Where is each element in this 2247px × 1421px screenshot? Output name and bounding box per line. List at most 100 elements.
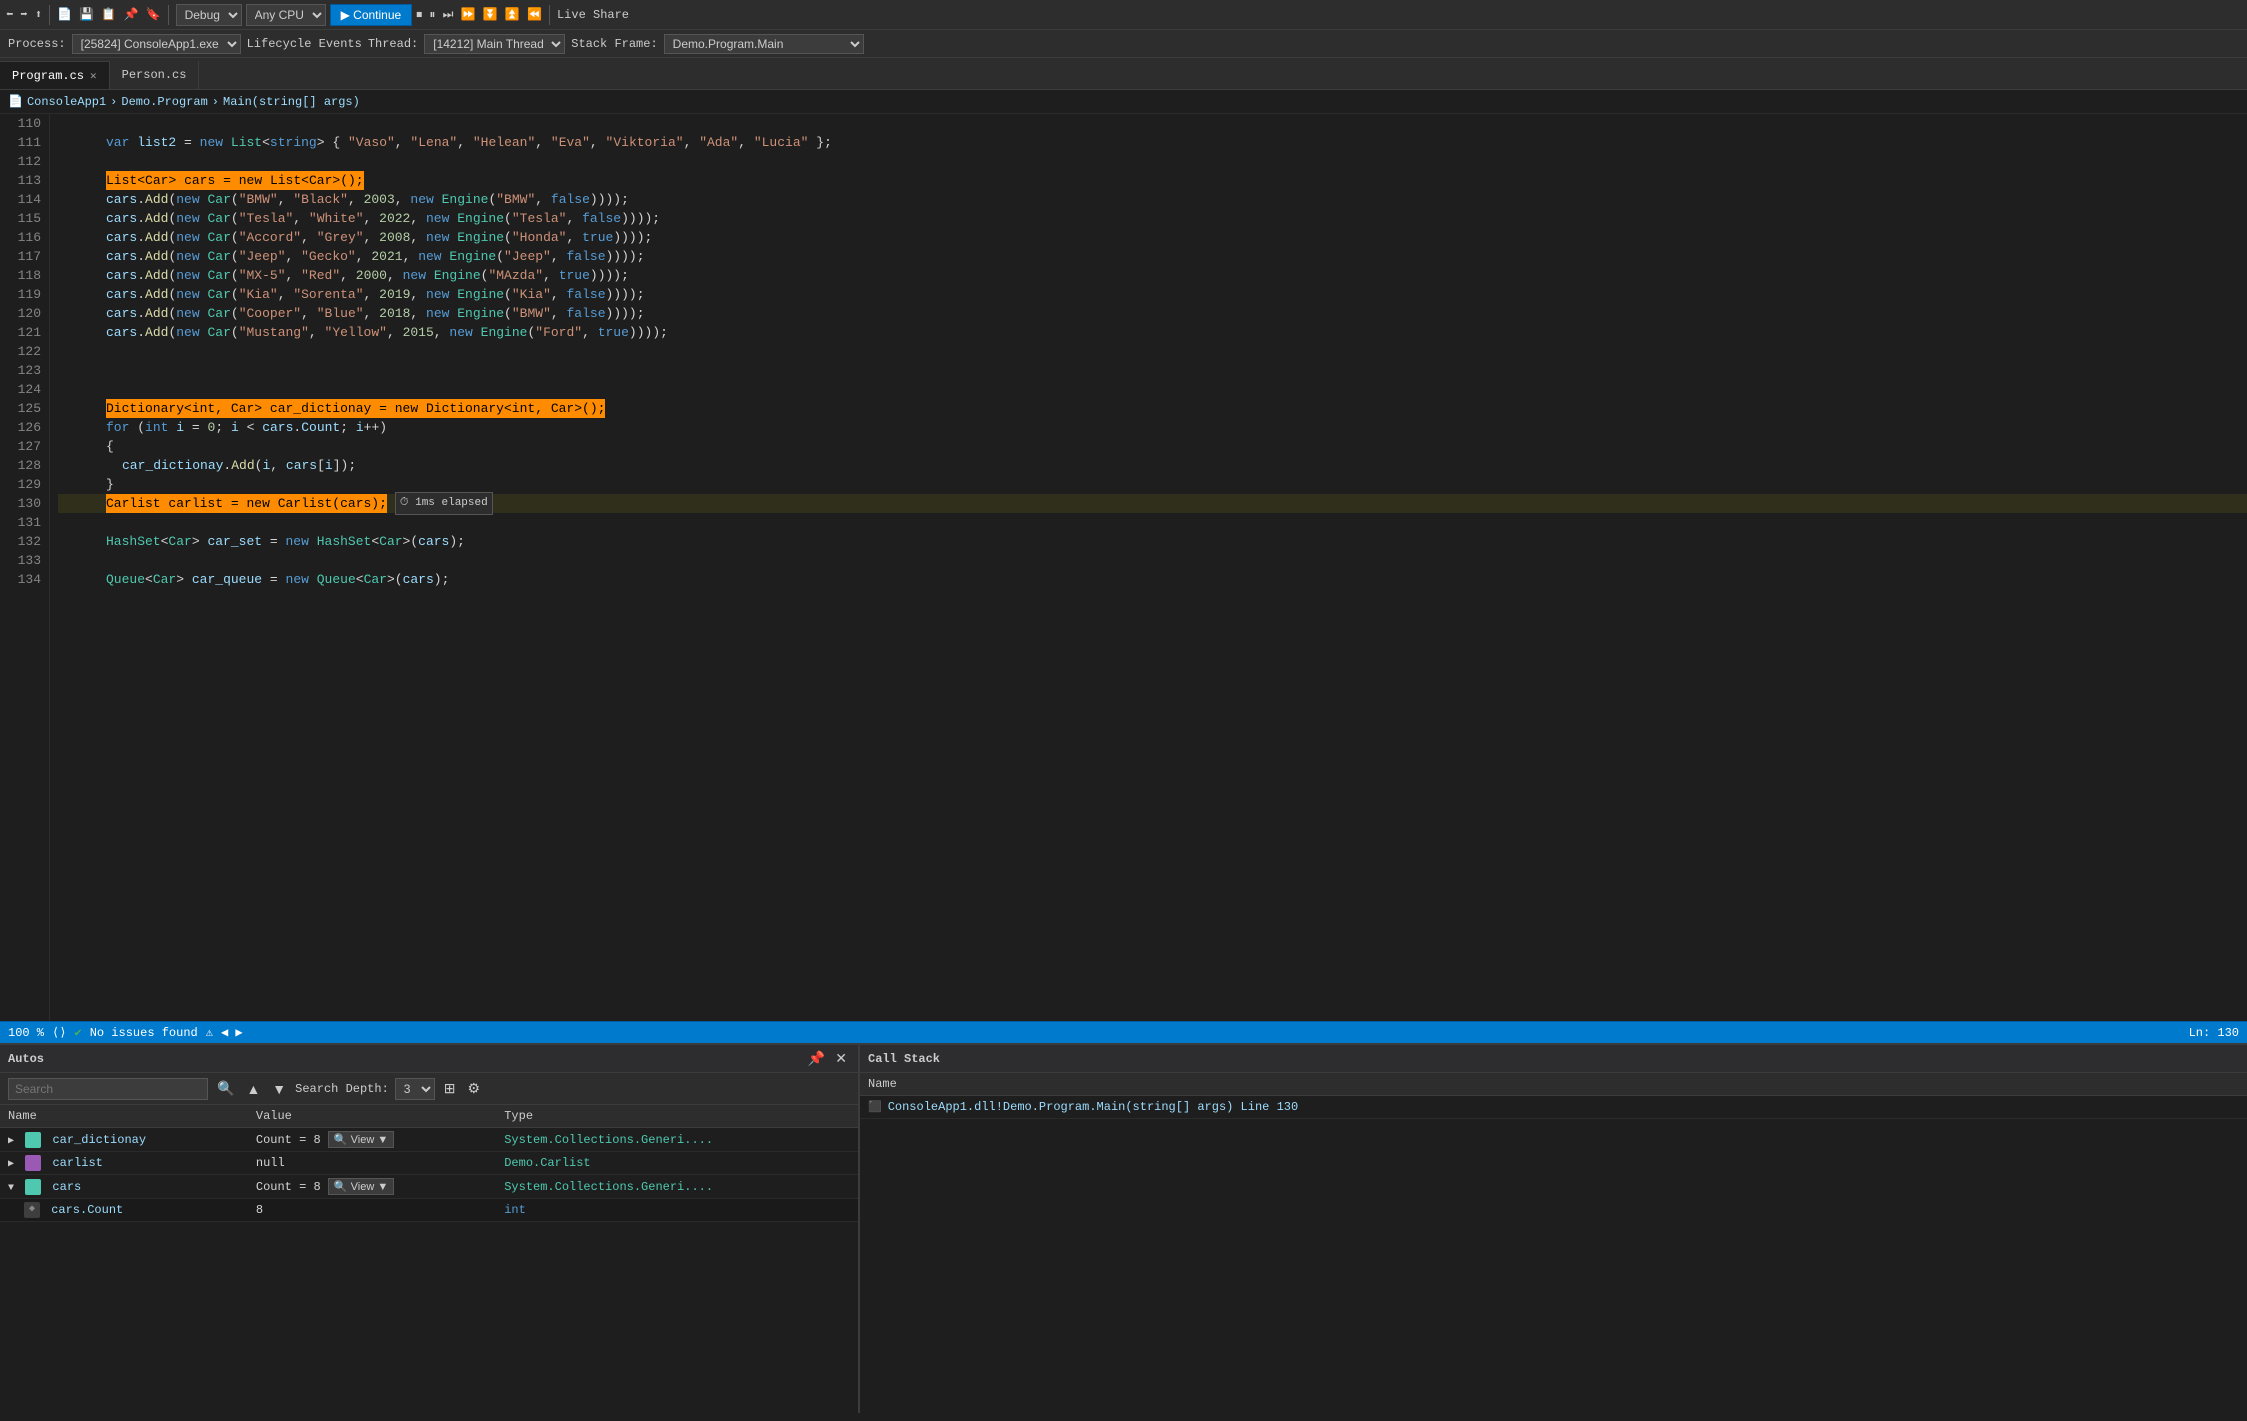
code-line-115: cars.Add(new Car("Tesla", "White", 2022,… [58,209,2247,228]
no-issues-label: No issues found [90,1026,198,1040]
var-name: carlist [52,1156,102,1170]
code-line-110 [58,114,2247,133]
stack-active-icon: ⬛ [868,1100,882,1114]
code-line-127: { [58,437,2247,456]
code-line-118: cars.Add(new Car("MX-5", "Red", 2000, ne… [58,266,2247,285]
var-type: System.Collections.Generi.... [504,1133,713,1147]
var-value: null [256,1156,285,1170]
autos-panel-header: Autos 📌 ✕ [0,1045,858,1073]
line-info: Ln: 130 [2189,1026,2239,1040]
code-line-119: cars.Add(new Car("Kia", "Sorenta", 2019,… [58,285,2247,304]
autos-search-bar: 🔍 ▲ ▼ Search Depth: 3 ⊞ ⚙ [0,1073,858,1105]
autos-row-name: ▶ carlist [0,1152,248,1175]
tab-bar: Program.cs ✕ Person.cs [0,58,2247,90]
breadcrumb-file-icon: 📄 [8,94,23,109]
search-icon[interactable]: 🔍 [214,1080,237,1097]
thread-select[interactable]: [14212] Main Thread [424,34,565,54]
autos-row-type: int [496,1199,858,1222]
autos-title: Autos [8,1052,44,1066]
tab-person-cs-label: Person.cs [122,68,187,82]
search-input[interactable] [8,1078,208,1100]
callstack-col-name: Name [860,1073,2247,1096]
autos-row-type: Demo.Carlist [496,1152,858,1175]
toolbar-separator-1 [49,5,50,25]
debug-icons: ⏹ ⏸ ⏭ ⏩ ⏬ ⏫ ⏪ [416,7,542,22]
no-issues-icon: ✔ [74,1025,81,1040]
code-line-123 [58,361,2247,380]
status-bar: 100 % ⟨⟩ ✔ No issues found ⚠ ◀ ▶ Ln: 130 [0,1021,2247,1043]
autos-pin-button[interactable]: 📌 [805,1050,828,1067]
search-up-button[interactable]: ▲ [243,1081,263,1097]
autos-table: Name Value Type ▶ car_dictionay [0,1105,858,1413]
code-line-117: cars.Add(new Car("Jeep", "Gecko", 2021, … [58,247,2247,266]
status-left: 100 % ⟨⟩ ✔ No issues found ⚠ ◀ ▶ [8,1025,243,1040]
breadcrumb-method[interactable]: Main(string[] args) [223,95,360,109]
autos-col-value: Value [248,1105,496,1128]
code-line-122 [58,342,2247,361]
grid-icon[interactable]: ⊞ [441,1080,459,1097]
process-bar: Process: [25824] ConsoleApp1.exe Lifecyc… [0,30,2247,58]
tab-program-cs[interactable]: Program.cs ✕ [0,61,110,89]
code-editor[interactable]: var list2 = new List<string> { "Vaso", "… [50,114,2247,1021]
code-line-131 [58,513,2247,532]
autos-row-type: System.Collections.Generi.... [496,1175,858,1199]
thread-label: Thread: [368,37,418,51]
search-down-button[interactable]: ▼ [269,1081,289,1097]
callstack-active-row: ⬛ ConsoleApp1.dll!Demo.Program.Main(stri… [868,1100,2239,1114]
var-type: Demo.Carlist [504,1156,590,1170]
tab-program-cs-close[interactable]: ✕ [90,69,97,83]
code-line-114: cars.Add(new Car("BMW", "Black", 2003, n… [58,190,2247,209]
continue-button[interactable]: ▶ Continue [330,4,413,26]
process-select[interactable]: [25824] ConsoleApp1.exe [72,34,241,54]
search-depth-select[interactable]: 3 [395,1078,435,1100]
autos-col-type: Type [496,1105,858,1128]
table-row: ◆ cars.Count 8 int [0,1199,858,1222]
status-right: Ln: 130 [2189,1026,2239,1040]
view-button[interactable]: 🔍 View ▼ [328,1178,394,1195]
stack-frame-select[interactable]: Demo.Program.Main [664,34,864,54]
code-line-132: HashSet<Car> car_set = new HashSet<Car>(… [58,532,2247,551]
debug-config-select[interactable]: Debug [176,4,242,26]
var-type: System.Collections.Generi.... [504,1180,713,1194]
expand-arrow[interactable]: ▼ [8,1183,14,1194]
callstack-row: ⬛ ConsoleApp1.dll!Demo.Program.Main(stri… [860,1096,2247,1119]
callstack-table: Name ⬛ ConsoleApp1.dll!Demo.Program.Main… [860,1073,2247,1413]
search-depth-label: Search Depth: [295,1082,389,1096]
breadcrumb-class[interactable]: Demo.Program [121,95,207,109]
table-row: ▼ cars Count = 8 🔍 View ▼ System.Collect… [0,1175,858,1199]
autos-row-value: 8 [248,1199,496,1222]
lifecycle-label: Lifecycle Events [247,37,362,51]
breadcrumb-sep-1: › [110,95,117,109]
editor-area: 110 111 112 113 114 115 116 117 118 119 … [0,114,2247,1021]
expand-arrow[interactable]: ▶ [8,1136,14,1147]
elapsed-tag: ⏱ 1ms elapsed [395,492,493,515]
autos-row-name: ▶ car_dictionay [0,1128,248,1152]
autos-close-button[interactable]: ✕ [832,1050,850,1067]
cpu-select[interactable]: Any CPU [246,4,326,26]
breadcrumb-sep-2: › [212,95,219,109]
tab-person-cs[interactable]: Person.cs [110,61,200,89]
code-line-125: Dictionary<int, Car> car_dictionay = new… [58,399,2247,418]
code-line-111: var list2 = new List<string> { "Vaso", "… [58,133,2247,152]
table-row: ⬛ ConsoleApp1.dll!Demo.Program.Main(stri… [860,1096,2247,1119]
insight-label: Live Share [557,8,629,22]
callstack-panel-header: Call Stack [860,1045,2247,1073]
autos-row-name: ▼ cars [0,1175,248,1199]
expand-icon[interactable]: ⟨⟩ [52,1025,66,1040]
autos-panel-controls: 📌 ✕ [805,1050,850,1067]
nav-arrows[interactable]: ◀ ▶ [221,1025,243,1040]
autos-row-value: null [248,1152,496,1175]
view-button[interactable]: 🔍 View ▼ [328,1131,394,1148]
var-value: 8 [256,1203,263,1217]
code-line-134: Queue<Car> car_queue = new Queue<Car>(ca… [58,570,2247,589]
breadcrumb-app[interactable]: ConsoleApp1 [27,95,106,109]
code-line-128: car_dictionay.Add(i, cars[i]); [58,456,2247,475]
settings-icon[interactable]: ⚙ [465,1080,484,1097]
var-value: Count = 8 [256,1133,321,1147]
warning-icon: ⚠ [206,1025,213,1040]
autos-row-type: System.Collections.Generi.... [496,1128,858,1152]
zoom-level: 100 % [8,1026,44,1040]
expand-arrow[interactable]: ▶ [8,1159,14,1170]
stack-entry-name: ConsoleApp1.dll!Demo.Program.Main(string… [888,1100,1298,1114]
code-line-126: for (int i = 0; i < cars.Count; i++) [58,418,2247,437]
